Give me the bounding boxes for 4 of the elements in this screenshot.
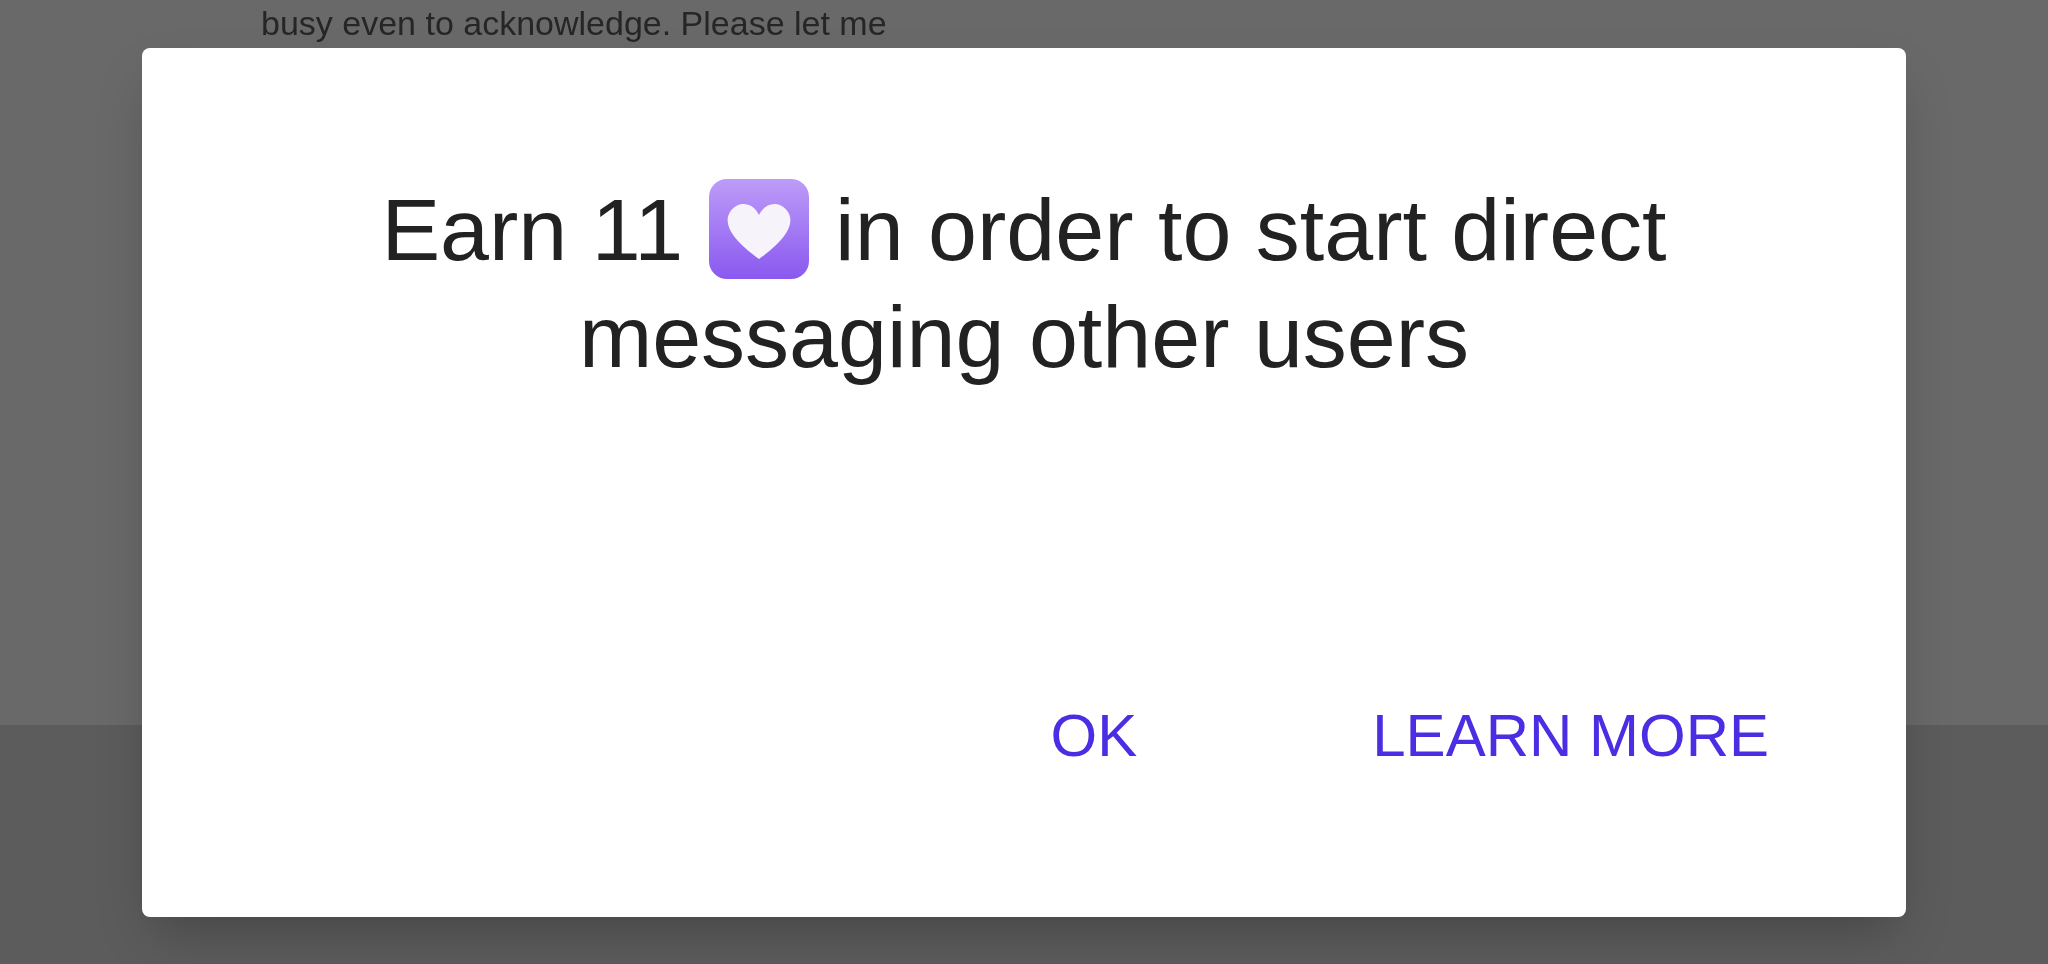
message-text: busy even to acknowledge. Please let me xyxy=(261,4,887,42)
dialog-message: Earn 11 xyxy=(381,180,684,279)
dialog-message: messaging other users xyxy=(578,287,1470,386)
dialog-message: in order to start direct xyxy=(835,180,1667,279)
